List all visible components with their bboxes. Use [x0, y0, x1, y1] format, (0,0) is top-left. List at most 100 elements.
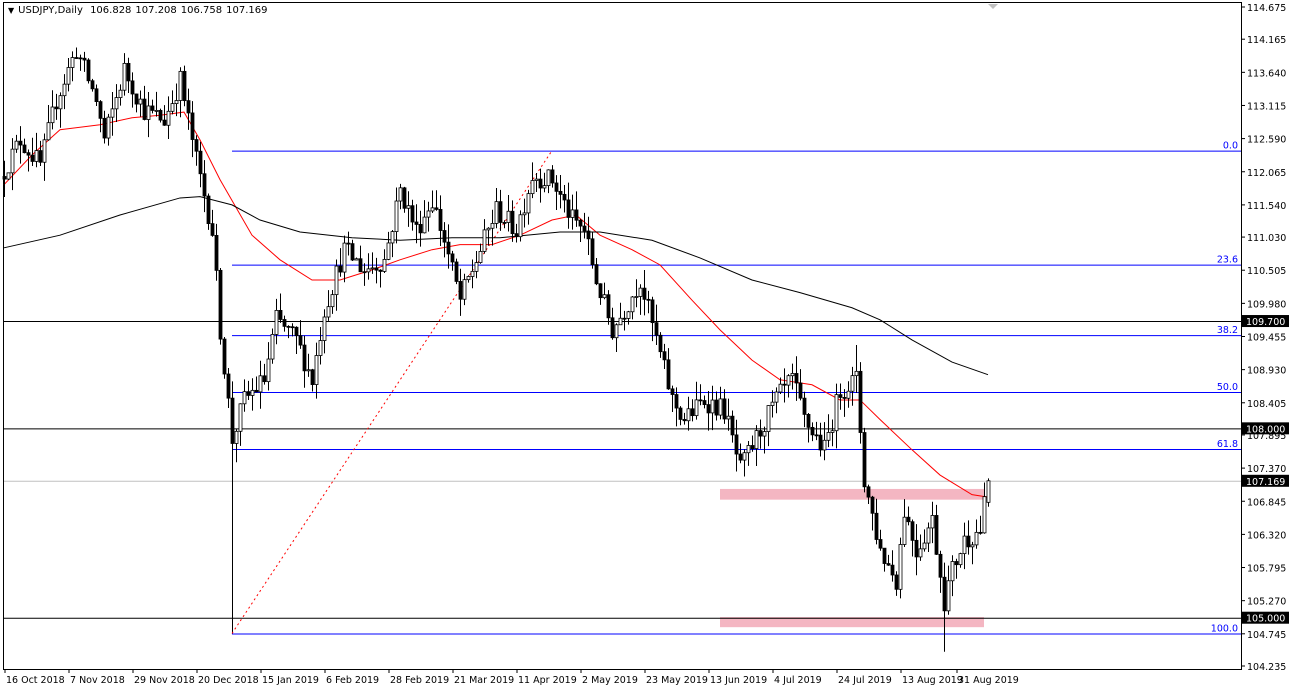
candle-bear	[550, 169, 555, 184]
candle-bear	[598, 283, 603, 299]
candle-bear	[914, 539, 919, 558]
price-tick-label: 106.320	[1247, 530, 1286, 541]
date-tick-label: 11 Apr 2019	[518, 675, 577, 686]
candle-bull	[634, 296, 639, 298]
candle-bear	[678, 407, 683, 420]
candle-bull	[922, 542, 927, 550]
candle-bear	[310, 369, 315, 385]
candle-bear	[954, 561, 959, 566]
date-tick-label: 6 Feb 2019	[326, 675, 379, 686]
candle-bull	[846, 390, 851, 399]
price-tick-label: 108.930	[1247, 366, 1286, 377]
candle-bull	[526, 193, 531, 214]
candle-bear	[78, 57, 83, 60]
candle-bear	[706, 404, 711, 414]
candle-bear	[610, 317, 615, 339]
candle-bear	[162, 119, 167, 126]
candle-bear	[730, 415, 735, 436]
candle-bear	[102, 117, 107, 139]
candle-bear	[906, 516, 911, 523]
candle-bull	[570, 209, 575, 218]
chart-window[interactable]: 0.023.638.250.061.8100.0 114.675114.1651…	[0, 0, 1291, 692]
fib-level-label: 100.0	[1211, 623, 1238, 634]
candle-bear	[134, 93, 139, 105]
candle-bear	[734, 434, 739, 455]
price-tick-label: 113.115	[1247, 101, 1286, 112]
price-tick-label: 111.540	[1247, 201, 1286, 212]
candle-bull	[238, 403, 243, 432]
date-tick-label: 20 Dec 2018	[198, 675, 259, 686]
candle-bear	[502, 222, 507, 224]
candle-bull	[342, 242, 347, 273]
candle-bear	[418, 224, 423, 234]
candle-bull	[58, 95, 63, 110]
candle-bear	[646, 298, 651, 301]
price-tick-label: 109.980	[1247, 299, 1286, 310]
candle-bear	[966, 535, 971, 548]
candle-bear	[758, 430, 763, 437]
candle-bear	[82, 57, 87, 61]
candle-bear	[794, 373, 799, 384]
candle-bear	[414, 221, 419, 225]
candle-bear	[54, 106, 59, 110]
candle-bear	[562, 193, 567, 201]
candle-bear	[674, 394, 679, 409]
fib-level-label: 0.0	[1223, 141, 1238, 152]
date-tick-label: 29 Nov 2018	[134, 675, 195, 686]
price-tick-label: 104.745	[1247, 630, 1286, 641]
candle-bear	[434, 207, 439, 210]
candle-bull	[898, 544, 903, 590]
candle-bull	[518, 214, 523, 238]
candle-bear	[438, 209, 443, 231]
candle-bull	[982, 496, 987, 534]
candle-bear	[566, 199, 571, 218]
candle-bear	[186, 100, 191, 114]
date-tick-label: 23 May 2019	[646, 675, 708, 686]
fib-level-label: 23.6	[1217, 255, 1238, 266]
candle-bull	[114, 97, 119, 110]
candle-bull	[482, 229, 487, 252]
candle-bull	[534, 178, 539, 181]
candle-bull	[394, 200, 399, 232]
fib-level-label: 50.0	[1217, 382, 1238, 393]
candle-bear	[198, 150, 203, 175]
candle-bear	[642, 287, 647, 300]
price-tick-label: 110.505	[1247, 266, 1286, 277]
candle-bull	[946, 580, 951, 612]
candle-bear	[338, 265, 343, 273]
price-tick-label: 105.270	[1247, 597, 1286, 608]
candle-bear	[38, 150, 43, 163]
candle-bear	[650, 299, 655, 324]
candle-bull	[62, 83, 67, 97]
candle-bear	[294, 326, 299, 337]
candle-bull	[822, 439, 827, 451]
candle-bull	[962, 535, 967, 555]
candle-bear	[934, 515, 939, 555]
candle-bull	[242, 391, 247, 405]
candle-bull	[930, 515, 935, 529]
date-tick-label: 21 Mar 2019	[454, 675, 514, 686]
candle-bull	[306, 369, 311, 372]
date-tick-label: 2 May 2019	[582, 675, 638, 686]
candle-bull	[178, 70, 183, 101]
candle-bull	[826, 432, 831, 441]
candle-bear	[210, 223, 215, 236]
candle-bear	[574, 209, 579, 221]
candle-bear	[358, 258, 363, 273]
candle-bear	[150, 105, 155, 111]
candle-bull	[626, 311, 631, 319]
triangle-down-icon[interactable]: ▼	[8, 6, 14, 15]
candle-bull	[774, 391, 779, 403]
candle-bear	[942, 576, 947, 612]
date-tick-label: 13 Jun 2019	[710, 675, 767, 686]
candle-bull	[474, 262, 479, 272]
candle-bear	[362, 271, 367, 274]
candle-bull	[970, 544, 975, 548]
date-tick-label: 31 Aug 2019	[958, 675, 1019, 686]
candle-bear	[206, 195, 211, 225]
date-tick-label: 16 Oct 2018	[6, 675, 65, 686]
candle-bear	[838, 394, 843, 398]
candle-bull	[34, 150, 39, 162]
price-tick-label: 114.675	[1247, 3, 1286, 14]
price-line-label: 108.000	[1246, 424, 1285, 435]
